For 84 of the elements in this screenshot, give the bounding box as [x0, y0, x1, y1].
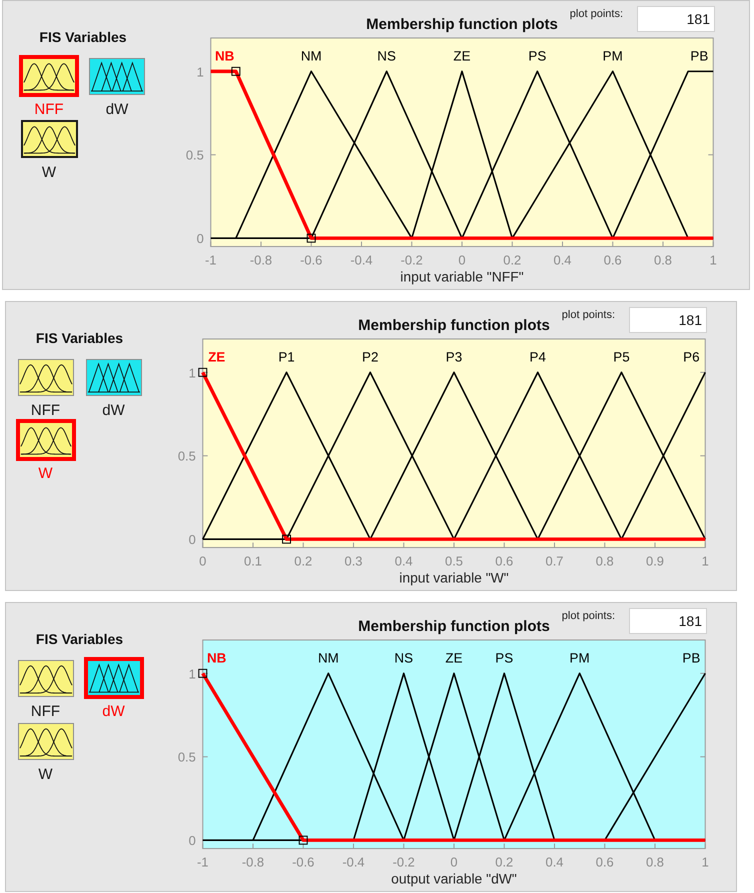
x-axis-label: input variable "NFF" [400, 268, 524, 284]
variable-name: W [38, 465, 53, 482]
x-tick-label: -0.8 [242, 854, 264, 870]
variable-name: NFF [30, 402, 60, 419]
x-tick-label: 0.9 [646, 553, 664, 568]
curve-label: P5 [613, 349, 630, 364]
plot-points-label: plot points: [562, 309, 615, 321]
x-tick-label: -0.2 [392, 854, 415, 870]
y-tick-label: 0.5 [178, 750, 196, 764]
section-title: FIS Variables [36, 330, 124, 347]
x-tick-label: 0.2 [503, 252, 522, 268]
curve-label: PB [690, 48, 708, 64]
x-tick-label: 0.5 [445, 553, 463, 568]
curve-label: PS [495, 650, 514, 666]
chart-title: Membership function plots [358, 618, 550, 636]
curve-label: P4 [530, 349, 546, 364]
y-tick-label: 1 [188, 365, 196, 380]
curve-label: NB [206, 650, 226, 666]
x-tick-label: 0 [450, 854, 458, 870]
x-tick-label: -0.4 [342, 854, 365, 870]
y-tick-label: 0.5 [178, 448, 196, 464]
variable-name: dW [102, 703, 125, 720]
variable-name: NFF [30, 703, 60, 720]
x-tick-label: 0.8 [596, 553, 614, 568]
x-tick-label: 0.8 [646, 854, 664, 870]
curve-label: ZE [453, 48, 471, 64]
x-tick-label: 0.6 [495, 553, 514, 568]
x-tick-label: 0.2 [294, 553, 312, 568]
x-tick-label: 1 [710, 252, 717, 268]
curve-label: P3 [446, 349, 462, 364]
x-tick-label: 0 [458, 252, 466, 268]
x-tick-label: -1 [205, 252, 216, 268]
x-tick-label: -0.6 [292, 854, 314, 870]
y-tick-label: 1 [188, 666, 196, 682]
x-tick-label: 0.7 [546, 553, 564, 568]
curve-label: NS [394, 650, 414, 666]
x-tick-label: 0.3 [344, 553, 362, 568]
x-tick-label: 1 [702, 553, 709, 568]
plot-points-label: plot points: [570, 8, 623, 20]
curve-label: ZE [445, 650, 463, 666]
x-axis-label: output variable "dW" [391, 870, 517, 886]
x-tick-label: -0.4 [350, 252, 373, 268]
x-tick-label: 0.2 [495, 854, 514, 870]
plot-points-label: plot points: [562, 610, 615, 622]
curve-label: PS [528, 48, 546, 64]
curve-label: PM [570, 650, 590, 666]
curve-label: NM [300, 48, 322, 64]
x-axis-label: input variable "W" [399, 569, 509, 586]
curve-label: ZE [208, 349, 226, 364]
x-tick-label: -0.2 [400, 252, 423, 268]
section-title: FIS Variables [36, 631, 124, 648]
variable-name: dW [102, 402, 125, 419]
chart-title: Membership function plots [358, 316, 550, 335]
x-tick-label: 0.8 [654, 252, 672, 268]
curve-label: PB [682, 650, 700, 666]
curve-label: NB [214, 48, 234, 64]
x-tick-label: 1 [702, 854, 709, 870]
x-tick-label: 0.4 [546, 854, 564, 870]
x-tick-label: 0.6 [604, 252, 622, 268]
y-tick-label: 0.5 [186, 148, 204, 162]
x-tick-label: -0.6 [300, 252, 322, 268]
y-tick-label: 1 [196, 64, 204, 80]
curve-label: NS [377, 48, 396, 64]
curve-label: P2 [362, 349, 378, 364]
x-tick-label: 0.6 [596, 854, 614, 870]
curve-label: PM [602, 48, 623, 64]
x-tick-label: 0.4 [554, 252, 572, 268]
chart-title: Membership function plots [366, 16, 558, 34]
curve-label: NM [318, 650, 339, 666]
y-tick-label: 0 [188, 532, 196, 547]
variable-name: W [38, 766, 53, 783]
section-title: FIS Variables [39, 29, 127, 46]
curve-label: P6 [683, 349, 700, 364]
x-tick-label: -1 [197, 854, 208, 870]
y-tick-label: 0 [196, 230, 204, 246]
variable-name: W [42, 164, 56, 181]
curve-label: P1 [278, 349, 295, 364]
x-tick-label: 0 [199, 553, 206, 568]
y-tick-label: 0 [188, 832, 196, 848]
x-tick-label: 0.4 [394, 553, 413, 568]
x-tick-label: 0.1 [244, 553, 262, 568]
variable-name: dW [106, 101, 128, 118]
variable-name: NFF [34, 101, 64, 118]
x-tick-label: -0.8 [250, 252, 272, 268]
